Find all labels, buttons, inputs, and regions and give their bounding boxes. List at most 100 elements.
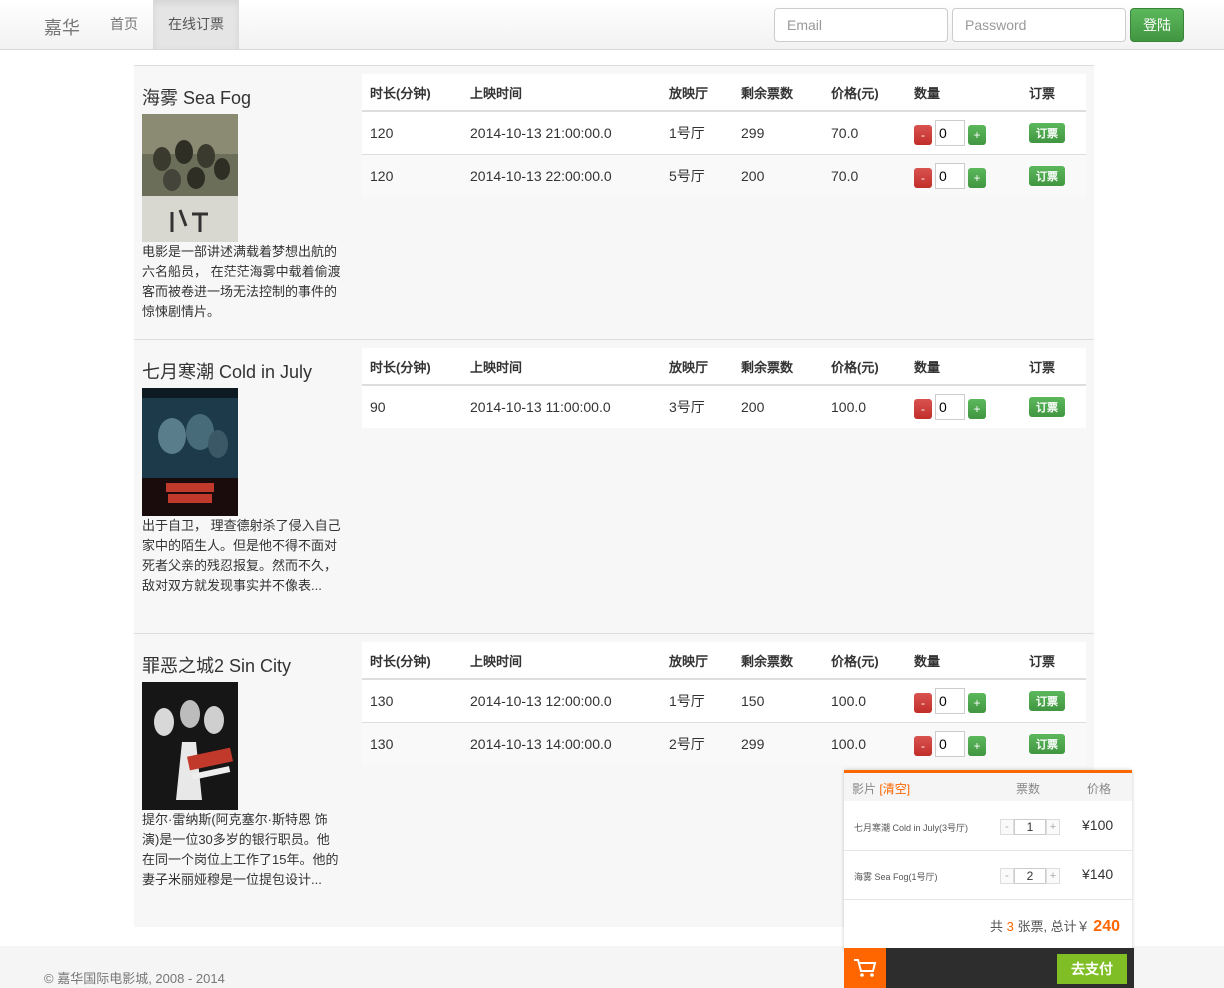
cart-item-stepper: - 2 + <box>1000 868 1060 884</box>
hall-cell: 1号厅 <box>669 693 705 709</box>
col-hall: 放映厅 <box>661 74 733 112</box>
cart-clear-link[interactable]: [清空] <box>879 782 910 796</box>
movie-description: 出于自卫， 理查德射杀了侵入自己家中的陌生人。但是他不得不面对死者父亲的残忍报复… <box>142 518 341 593</box>
quantity-stepper: - + <box>914 394 1021 420</box>
price-cell: 70.0 <box>831 125 859 141</box>
time-cell: 2014-10-13 21:00:00.0 <box>470 125 612 141</box>
col-quantity: 数量 <box>906 348 1021 386</box>
duration-cell: 90 <box>370 399 386 415</box>
order-cell: 订票 <box>1021 111 1086 155</box>
col-remaining: 剩余票数 <box>733 348 823 386</box>
quantity-cell: - + <box>906 154 1021 197</box>
showtime-table: 时长(分钟) 上映时间 放映厅 剩余票数 价格(元) 数量 订票 90 2014… <box>362 348 1086 428</box>
email-input[interactable] <box>774 8 948 42</box>
movie-description: 电影是一部讲述满载着梦想出航的六名船员， 在茫茫海雾中载着偷渡客而被卷进一场无法… <box>142 244 341 319</box>
quantity-input[interactable] <box>935 163 965 189</box>
cart-header: 影片 [清空] 票数 价格 <box>844 773 1132 801</box>
hall-cell: 3号厅 <box>669 399 705 415</box>
time-cell: 2014-10-13 12:00:00.0 <box>470 693 612 709</box>
quantity-cell: - + <box>906 111 1021 155</box>
showtime-table: 时长(分钟) 上映时间 放映厅 剩余票数 价格(元) 数量 订票 130 201… <box>362 642 1086 765</box>
shopping-cart-panel: 影片 [清空] 票数 价格 七月寒潮 Cold in July(3号厅) - 1… <box>844 770 1132 951</box>
pay-button[interactable]: 去支付 <box>1057 954 1127 984</box>
order-button[interactable]: 订票 <box>1029 123 1065 143</box>
movie-poster <box>142 114 238 242</box>
hall-cell: 1号厅 <box>669 125 705 141</box>
remaining-cell: 150 <box>741 693 765 709</box>
col-price: 价格(元) <box>823 74 906 112</box>
increase-button[interactable]: + <box>968 168 986 188</box>
cart-item-qty[interactable]: 1 <box>1014 819 1046 835</box>
cart-increase-button[interactable]: + <box>1046 868 1060 884</box>
showtime-header-row: 时长(分钟) 上映时间 放映厅 剩余票数 价格(元) 数量 订票 <box>362 642 1086 680</box>
hall-cell: 2号厅 <box>661 722 733 765</box>
quantity-cell: - + <box>906 385 1021 428</box>
remaining-cell: 200 <box>741 399 765 415</box>
quantity-input[interactable] <box>935 120 965 146</box>
quantity-stepper: - + <box>914 163 1021 189</box>
cart-increase-button[interactable]: + <box>1046 819 1060 835</box>
decrease-button[interactable]: - <box>914 168 932 188</box>
showtime-table: 时长(分钟) 上映时间 放映厅 剩余票数 价格(元) 数量 订票 120 201… <box>362 74 1086 197</box>
decrease-button[interactable]: - <box>914 125 932 145</box>
price-cell: 100.0 <box>823 722 906 765</box>
cart-bar: 去支付 <box>844 948 1134 988</box>
quantity-input[interactable] <box>935 394 965 420</box>
cart-item-name: 海雾 Sea Fog(1号厅) <box>854 872 938 882</box>
increase-button[interactable]: + <box>968 693 986 713</box>
nav-home-link[interactable]: 首页 <box>110 0 138 49</box>
login-button[interactable]: 登陆 <box>1130 8 1184 42</box>
movie-block: 七月寒潮 Cold in July 出于自卫， 理查德射杀了侵入自己家中的陌生人… <box>134 339 1094 634</box>
cart-icon[interactable] <box>844 948 886 988</box>
order-button[interactable]: 订票 <box>1029 734 1065 754</box>
cart-decrease-button[interactable]: - <box>1000 819 1014 835</box>
quantity-input[interactable] <box>935 731 965 757</box>
quantity-stepper: - + <box>914 731 1021 757</box>
col-time: 上映时间 <box>462 348 661 386</box>
cart-item-price: ¥100 <box>1082 817 1114 833</box>
col-hall: 放映厅 <box>661 642 733 680</box>
cart-item-name: 七月寒潮 Cold in July(3号厅) <box>854 823 969 833</box>
increase-button[interactable]: + <box>968 399 986 419</box>
movie-poster <box>142 682 238 810</box>
duration-cell: 130 <box>362 722 462 765</box>
order-cell: 订票 <box>1021 722 1086 765</box>
cart-header-count: 票数 <box>1016 782 1041 796</box>
order-button[interactable]: 订票 <box>1029 397 1065 417</box>
time-cell: 2014-10-13 11:00:00.0 <box>470 399 611 415</box>
navbar: 嘉华 首页 在线订票 登陆 <box>0 0 1224 50</box>
increase-button[interactable]: + <box>968 736 986 756</box>
cart-item-price: ¥140 <box>1082 866 1114 882</box>
decrease-button[interactable]: - <box>914 736 932 756</box>
order-cell: 订票 <box>1021 679 1086 723</box>
nav-online-booking-link[interactable]: 在线订票 <box>153 0 239 49</box>
showtime-row: 120 2014-10-13 21:00:00.0 1号厅 299 70.0 -… <box>362 111 1086 155</box>
duration-cell: 130 <box>370 693 394 709</box>
order-button[interactable]: 订票 <box>1029 166 1065 186</box>
price-cell: 100.0 <box>831 399 867 415</box>
showtime-row: 130 2014-10-13 14:00:00.0 2号厅 299 100.0 … <box>362 722 1086 765</box>
brand-logo[interactable]: 嘉华 <box>44 14 80 40</box>
col-duration: 时长(分钟) <box>362 348 462 386</box>
col-order: 订票 <box>1021 74 1086 112</box>
decrease-button[interactable]: - <box>914 693 932 713</box>
quantity-input[interactable] <box>935 688 965 714</box>
quantity-stepper: - + <box>914 688 1021 714</box>
movie-title: 罪恶之城2 Sin City <box>142 656 292 676</box>
movie-title: 海雾 Sea Fog <box>142 88 252 108</box>
order-button[interactable]: 订票 <box>1029 691 1065 711</box>
remaining-cell: 299 <box>733 722 823 765</box>
decrease-button[interactable]: - <box>914 399 932 419</box>
cart-item: 海雾 Sea Fog(1号厅) - 2 + ¥140 <box>844 851 1132 900</box>
hall-cell: 5号厅 <box>661 154 733 197</box>
quantity-stepper: - + <box>914 120 1021 146</box>
cart-item-qty[interactable]: 2 <box>1014 868 1046 884</box>
cart-decrease-button[interactable]: - <box>1000 868 1014 884</box>
col-order: 订票 <box>1021 348 1086 386</box>
copyright-text: © 嘉华国际电影城, 2008 - 2014 <box>44 971 225 986</box>
order-cell: 订票 <box>1021 154 1086 197</box>
increase-button[interactable]: + <box>968 125 986 145</box>
password-input[interactable] <box>952 8 1126 42</box>
cart-film-label: 影片 <box>852 782 877 796</box>
time-cell: 2014-10-13 14:00:00.0 <box>462 722 661 765</box>
